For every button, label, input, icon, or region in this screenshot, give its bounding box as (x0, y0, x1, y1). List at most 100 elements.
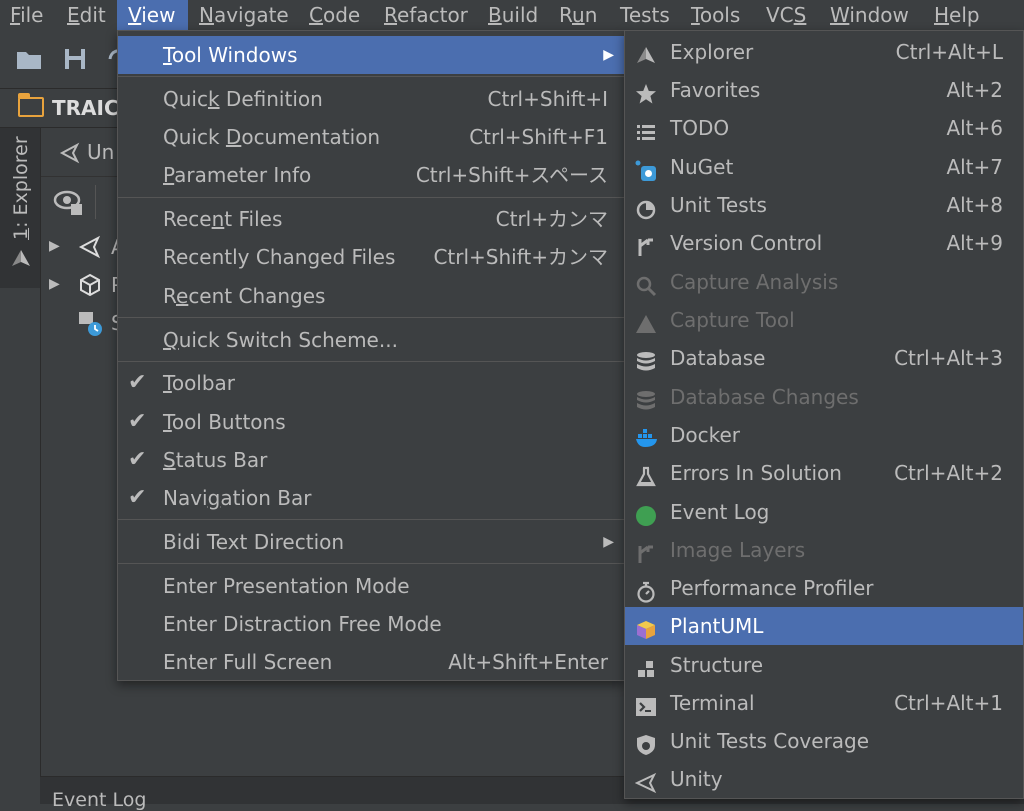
coverage-shield-icon (635, 730, 657, 755)
database-changes-icon (635, 386, 657, 410)
menu-item-label: Quick Switch Scheme... (163, 321, 398, 359)
tool-window-docker[interactable]: Docker (625, 416, 1023, 454)
explorer-tab-mnemonic: 1 (10, 227, 32, 240)
tool-window-capture-tool[interactable]: Capture Tool (625, 301, 1023, 339)
menu-view[interactable]: View (117, 0, 188, 30)
menu-item-recent-files[interactable]: Recent Files Ctrl+カンマ (118, 200, 624, 238)
open-folder-icon[interactable] (14, 44, 44, 74)
unity-icon (77, 234, 103, 260)
tool-window-unit-tests-coverage[interactable]: Unit Tests Coverage (625, 722, 1023, 760)
menu-navigate[interactable]: Navigate (195, 0, 293, 30)
tree-row[interactable]: ▶ A (41, 228, 125, 266)
checkmark-icon: ✔ (128, 409, 147, 434)
explorer-tool-tab[interactable]: 1: Explorer (0, 128, 40, 288)
tool-window-event-log[interactable]: Event Log (625, 493, 1023, 531)
tool-window-explorer[interactable]: Explorer Ctrl+Alt+L (625, 33, 1023, 71)
menu-item-shortcut: Ctrl+Shift+F1 (469, 125, 608, 149)
tool-window-unit-tests[interactable]: Unit Tests Alt+8 (625, 186, 1023, 224)
menu-tools[interactable]: Tools (687, 0, 744, 30)
menu-item-tool-buttons[interactable]: ✔ Tool Buttons (118, 403, 624, 441)
tool-window-label: Database (670, 346, 766, 370)
menu-item-parameter-info[interactable]: Parameter Info Ctrl+Shift+スペース (118, 156, 624, 194)
event-log-tab[interactable]: Event Log (52, 789, 146, 811)
tool-window-label: TODO (670, 116, 730, 140)
menu-edit[interactable]: Edit (63, 0, 110, 30)
menu-refactor[interactable]: Refactor (380, 0, 472, 30)
menu-item-tool-windows[interactable]: Tool Windows ▶ (118, 36, 624, 74)
menu-item-distraction-free-mode[interactable]: Enter Distraction Free Mode (118, 605, 624, 643)
menu-separator (118, 317, 624, 318)
tool-window-label: Capture Tool (670, 308, 795, 332)
menu-item-presentation-mode[interactable]: Enter Presentation Mode (118, 567, 624, 605)
expand-arrow-icon[interactable]: ▶ (49, 276, 60, 292)
tool-window-shortcut: Ctrl+Alt+1 (894, 691, 1003, 715)
tool-window-database-changes[interactable]: Database Changes (625, 378, 1023, 416)
tool-window-label: Unit Tests Coverage (670, 729, 870, 753)
tool-window-unity[interactable]: Unity (625, 760, 1023, 798)
menu-item-toolbar[interactable]: ✔ Toolbar (118, 364, 624, 402)
submenu-arrow-icon: ▶ (603, 47, 614, 63)
panel-title[interactable]: Un (87, 128, 114, 176)
label-post: arameter Info (174, 163, 312, 187)
menu-item-label: Toolbar (163, 364, 235, 402)
menu-file[interactable]: File (6, 0, 47, 30)
menu-item-full-screen[interactable]: Enter Full Screen Alt+Shift+Enter (118, 643, 624, 681)
tool-window-performance-profiler[interactable]: Performance Profiler (625, 569, 1023, 607)
menu-post: ile (20, 3, 44, 27)
show-files-eye-icon[interactable] (53, 187, 85, 217)
menu-build[interactable]: Build (484, 0, 542, 30)
menu-mnemonic: R (384, 3, 397, 27)
tool-windows-submenu: Explorer Ctrl+Alt+L Favorites Alt+2 TODO… (624, 30, 1024, 799)
menu-item-navigation-bar[interactable]: ✔ Navigation Bar (118, 479, 624, 517)
tree-row[interactable]: ▶ P (41, 266, 123, 304)
package-cube-icon (77, 272, 103, 298)
checkmark-icon: ✔ (128, 447, 147, 472)
menu-run[interactable]: Run (555, 0, 601, 30)
docker-icon (635, 424, 657, 447)
menu-item-quick-documentation[interactable]: Quick Documentation Ctrl+Shift+F1 (118, 118, 624, 156)
tool-window-shortcut: Alt+2 (946, 78, 1003, 102)
menu-code[interactable]: Code (305, 0, 364, 30)
tool-window-plantuml[interactable]: PlantUML (625, 607, 1023, 645)
unity-icon (59, 142, 81, 164)
tool-window-errors-in-solution[interactable]: Errors In Solution Ctrl+Alt+2 (625, 454, 1023, 492)
tool-window-favorites[interactable]: Favorites Alt+2 (625, 71, 1023, 109)
menu-item-recently-changed-files[interactable]: Recently Changed Files Ctrl+Shift+カンマ (118, 238, 624, 276)
expand-arrow-icon[interactable]: ▶ (49, 238, 60, 254)
menu-help[interactable]: Help (930, 0, 984, 30)
menu-item-shortcut: Ctrl+Shift+スペース (415, 163, 608, 187)
label-post: t Files (224, 207, 283, 231)
tool-window-todo[interactable]: TODO Alt+6 (625, 109, 1023, 147)
sync-icon[interactable] (104, 44, 118, 74)
tool-window-structure[interactable]: Structure (625, 646, 1023, 684)
menu-post: iew (141, 3, 176, 27)
tree-row[interactable]: S (41, 304, 124, 342)
menu-item-quick-switch-scheme[interactable]: Quick Switch Scheme... (118, 321, 624, 359)
tool-window-nuget[interactable]: NuGet Alt+7 (625, 148, 1023, 186)
explorer-tab-text: : Explorer (10, 136, 32, 228)
tool-window-image-layers[interactable]: Image Layers (625, 531, 1023, 569)
checkmark-icon: ✔ (128, 485, 147, 510)
tool-window-version-control[interactable]: Version Control Alt+9 (625, 224, 1023, 262)
menu-item-bidi-text-direction[interactable]: Bidi Text Direction ▶ (118, 523, 624, 561)
tool-window-label: Performance Profiler (670, 576, 874, 600)
label-pre: Quick (163, 125, 226, 149)
menu-post: elp (949, 3, 980, 27)
menu-tests[interactable]: Tests (616, 0, 674, 30)
menu-separator (118, 563, 624, 564)
label-pre: Rece (163, 207, 212, 231)
tool-window-terminal[interactable]: Terminal Ctrl+Alt+1 (625, 684, 1023, 722)
menu-item-quick-definition[interactable]: Quick Definition Ctrl+Shift+I (118, 80, 624, 118)
menu-pre: VC (766, 3, 794, 27)
tool-window-database[interactable]: Database Ctrl+Alt+3 (625, 339, 1023, 377)
scratches-clock-icon (77, 310, 103, 336)
menu-window[interactable]: Window (826, 0, 913, 30)
tool-window-capture-analysis[interactable]: Capture Analysis (625, 263, 1023, 301)
label-mnemonic: S (163, 448, 176, 472)
menu-vcs[interactable]: VCS (762, 0, 810, 30)
menu-item-shortcut: Alt+Shift+Enter (448, 650, 608, 674)
save-icon[interactable] (60, 44, 90, 74)
menu-item-recent-changes[interactable]: Recent Changes (118, 277, 624, 315)
menu-item-label: Enter Presentation Mode (163, 567, 410, 605)
menu-item-status-bar[interactable]: ✔ Status Bar (118, 441, 624, 479)
